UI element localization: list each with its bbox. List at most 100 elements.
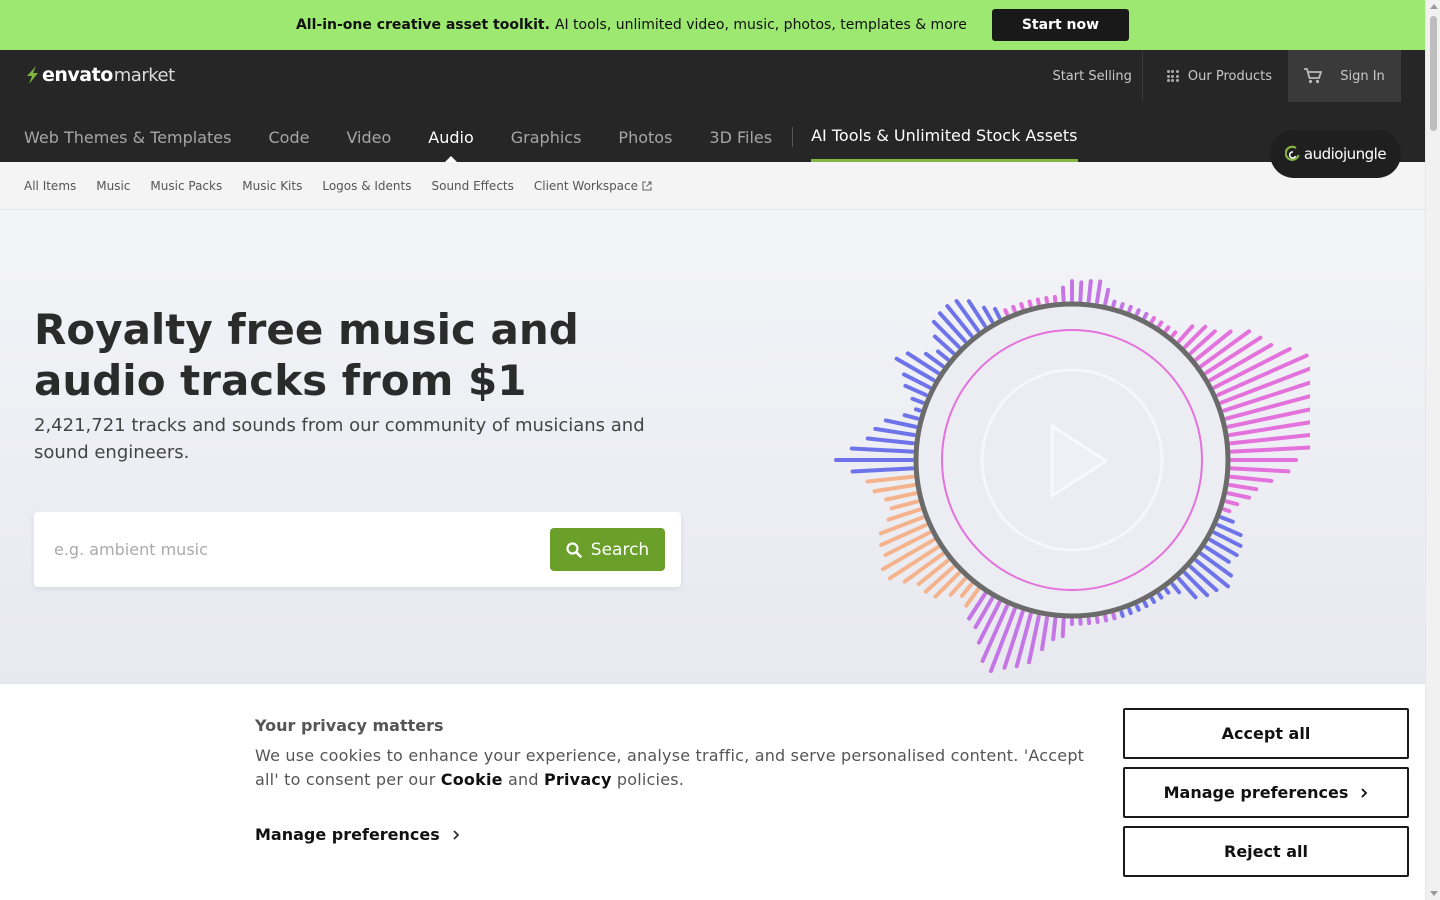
waveform-bar bbox=[1229, 474, 1274, 483]
nav-divider bbox=[792, 127, 794, 147]
nav-code[interactable]: Code bbox=[268, 112, 309, 162]
client-workspace-label: Client Workspace bbox=[533, 178, 639, 193]
cookie-message-end: policies. bbox=[611, 770, 685, 789]
nav-video[interactable]: Video bbox=[346, 112, 391, 162]
accept-all-button[interactable]: Accept all bbox=[1123, 708, 1409, 759]
manage-preferences-link[interactable]: Manage preferences bbox=[255, 825, 460, 844]
waveform-bar bbox=[1194, 558, 1230, 589]
nav-graphics[interactable]: Graphics bbox=[511, 112, 582, 162]
logo-market: market bbox=[113, 64, 175, 86]
nav-web-themes[interactable]: Web Themes & Templates bbox=[24, 112, 231, 162]
waveform-bar bbox=[1150, 596, 1156, 605]
search-input[interactable] bbox=[44, 527, 544, 572]
manage-preferences-link-label: Manage preferences bbox=[255, 825, 440, 844]
waveform-bar bbox=[931, 319, 961, 349]
scrollbar-thumb[interactable] bbox=[1430, 16, 1437, 131]
cookie-policy-link[interactable]: Cookie bbox=[441, 770, 503, 789]
waveform-bar bbox=[1224, 499, 1240, 507]
scroll-up-arrow-icon[interactable] bbox=[1430, 4, 1438, 9]
waveform-bar bbox=[850, 466, 915, 474]
waveform-bar bbox=[1119, 610, 1125, 618]
start-now-button[interactable]: Start now bbox=[991, 9, 1130, 41]
external-link-icon bbox=[642, 180, 652, 191]
waveform-bar bbox=[1164, 325, 1171, 333]
search-button[interactable]: Search bbox=[550, 528, 665, 571]
audiojungle-badge[interactable]: audiojungle bbox=[1270, 130, 1401, 178]
waveform-bar bbox=[1216, 523, 1243, 538]
our-products-label: Our Products bbox=[1187, 68, 1272, 84]
nav-3d-files[interactable]: 3D Files bbox=[709, 112, 772, 162]
cookie-message: We use cookies to enhance your experienc… bbox=[255, 744, 1105, 792]
waveform-bar bbox=[935, 349, 950, 362]
subnav-sound-effects[interactable]: Sound Effects bbox=[431, 179, 513, 193]
waveform-bar bbox=[1135, 604, 1141, 612]
nav-audio[interactable]: Audio bbox=[428, 112, 473, 162]
search-icon bbox=[566, 541, 582, 558]
waveform-bar bbox=[1164, 587, 1171, 595]
waveform-bar bbox=[1127, 607, 1133, 616]
waveform-bar bbox=[865, 474, 915, 484]
waveform-bar bbox=[1027, 299, 1033, 308]
privacy-policy-link[interactable]: Privacy bbox=[544, 770, 612, 789]
waveform-bar bbox=[884, 491, 918, 502]
waveform-bar bbox=[1142, 600, 1149, 609]
waveform-bar bbox=[902, 413, 920, 421]
waveform-bar bbox=[1011, 304, 1017, 313]
waveform-bar bbox=[1111, 299, 1117, 308]
waveform-bar bbox=[1229, 466, 1291, 474]
waveform-bar bbox=[873, 426, 916, 437]
waveform-bar bbox=[1051, 617, 1058, 642]
promo-text: AI tools, unlimited video, music, photos… bbox=[554, 17, 967, 33]
nav-ai-tools[interactable]: AI Tools & Unlimited Stock Assets bbox=[811, 112, 1078, 162]
envato-leaf-icon bbox=[27, 66, 38, 84]
scroll-down-arrow-icon[interactable] bbox=[1430, 891, 1438, 896]
envato-market-logo[interactable]: envato market bbox=[24, 64, 175, 86]
apps-grid-icon bbox=[1166, 70, 1179, 82]
waveform-bar bbox=[1229, 445, 1310, 454]
start-selling-link[interactable]: Start Selling bbox=[1042, 50, 1143, 102]
cart-icon[interactable] bbox=[1304, 68, 1323, 84]
header-actions: Start Selling Our Products Sign In bbox=[1042, 50, 1401, 102]
waveform-bar bbox=[1060, 617, 1066, 639]
waveform-bar bbox=[1103, 287, 1111, 306]
subnav-logos-idents[interactable]: Logos & Idents bbox=[322, 179, 411, 193]
audio-subnav: All Items Music Music Packs Music Kits L… bbox=[0, 162, 1425, 210]
manage-preferences-button-label: Manage preferences bbox=[1163, 783, 1349, 802]
nav-photos[interactable]: Photos bbox=[618, 112, 672, 162]
reject-all-button[interactable]: Reject all bbox=[1123, 826, 1409, 877]
waveform-bar bbox=[1095, 616, 1100, 624]
audio-player-visual bbox=[834, 279, 1310, 674]
page-scrollbar[interactable] bbox=[1425, 0, 1440, 900]
category-nav: Web Themes & Templates Code Video Audio … bbox=[24, 112, 1078, 162]
our-products-button[interactable]: Our Products bbox=[1166, 68, 1272, 84]
waveform-bar bbox=[879, 523, 928, 547]
waveform-bar bbox=[1035, 297, 1041, 306]
waveform-bar bbox=[872, 483, 916, 494]
logo-brand: envato bbox=[42, 64, 113, 86]
waveform-bar bbox=[1170, 330, 1178, 338]
subnav-music-kits[interactable]: Music Kits bbox=[242, 179, 302, 193]
waveform-bar bbox=[1157, 592, 1164, 600]
waveform-bar bbox=[937, 311, 967, 344]
subnav-all-items[interactable]: All Items bbox=[24, 179, 76, 193]
subnav-client-workspace[interactable]: Client Workspace bbox=[534, 179, 652, 193]
waveform-bar bbox=[894, 356, 936, 382]
cookie-banner: Your privacy matters We use cookies to e… bbox=[0, 683, 1425, 900]
hero-title: Royalty free music and audio tracks from… bbox=[34, 305, 579, 405]
promo-bold-text: All-in-one creative asset toolkit. bbox=[295, 17, 550, 33]
waveform-bar bbox=[1086, 279, 1093, 303]
chevron-right-icon bbox=[1361, 787, 1368, 798]
site-header: envato market Start Selling Our Products… bbox=[0, 50, 1425, 178]
waveform-bar bbox=[982, 305, 994, 324]
waveform-bar bbox=[1228, 483, 1259, 492]
manage-preferences-button[interactable]: Manage preferences bbox=[1123, 767, 1409, 818]
subnav-music[interactable]: Music bbox=[96, 179, 130, 193]
sign-in-link[interactable]: Sign In bbox=[1340, 69, 1385, 84]
waveform-bar bbox=[923, 565, 956, 594]
waveform-bar bbox=[960, 582, 974, 598]
waveform-bar bbox=[954, 299, 980, 333]
subnav-music-packs[interactable]: Music Packs bbox=[150, 179, 222, 193]
waveform-bar bbox=[1199, 552, 1234, 578]
waveform-bar bbox=[1188, 565, 1219, 593]
waveform-bar bbox=[1027, 614, 1041, 665]
